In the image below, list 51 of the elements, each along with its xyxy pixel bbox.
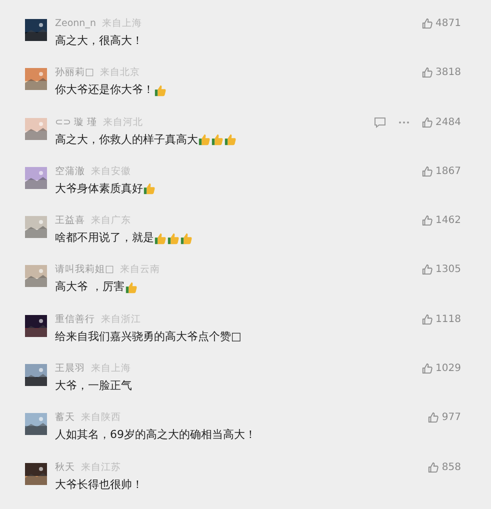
like-count: 1118 bbox=[436, 312, 461, 326]
comment-text: 啥都不用说了，就是 bbox=[55, 230, 154, 246]
like-icon[interactable] bbox=[422, 18, 433, 29]
comment-text: 高大爷 ，厉害 bbox=[55, 279, 124, 296]
reply-icon[interactable] bbox=[374, 116, 386, 128]
thumbs-up-icon bbox=[143, 182, 156, 196]
user-name[interactable]: 空蒲澈 bbox=[55, 164, 85, 178]
user-name[interactable]: 孙丽莉□ bbox=[55, 66, 94, 80]
comment-text: 高之大，很高大！ bbox=[55, 33, 143, 49]
thumbs-up-icon bbox=[198, 133, 211, 146]
thumbs-up-icon bbox=[167, 232, 180, 245]
like-icon[interactable] bbox=[428, 412, 439, 424]
like-count: 1462 bbox=[436, 214, 461, 228]
like-count: 4871 bbox=[436, 17, 461, 30]
user-name[interactable]: 秋天 bbox=[55, 460, 75, 474]
comment-text: 大爷身体素质真好 bbox=[55, 180, 143, 197]
like-icon[interactable] bbox=[422, 363, 433, 374]
user-name[interactable]: 蓄天 bbox=[55, 411, 75, 424]
user-name[interactable]: 王益喜 bbox=[55, 214, 85, 228]
like-icon[interactable] bbox=[422, 116, 433, 128]
comment-text: 大爷长得也很帅！ bbox=[55, 476, 143, 493]
like-count: 3818 bbox=[436, 66, 461, 80]
thumbs-up-icon bbox=[224, 133, 237, 146]
like-icon[interactable] bbox=[422, 314, 433, 325]
like-count: 2484 bbox=[436, 116, 461, 129]
like-count: 1029 bbox=[436, 362, 461, 376]
user-name[interactable]: 王晨羽 bbox=[55, 362, 85, 376]
comment-text: 你大爷还是你大爷！ bbox=[55, 82, 154, 98]
comment-text: 大爷，一脸正气 bbox=[55, 378, 132, 394]
comment-text: 给来自我们嘉兴骁勇的高大爷点个赞□ bbox=[55, 328, 242, 345]
like-icon[interactable] bbox=[428, 462, 439, 473]
like-icon[interactable] bbox=[422, 264, 433, 276]
thumbs-up-icon bbox=[124, 280, 138, 294]
like-count: 1867 bbox=[436, 164, 461, 178]
user-name[interactable]: Zeonn_n bbox=[55, 17, 96, 30]
thumbs-up-icon bbox=[211, 133, 224, 146]
like-count: 1305 bbox=[436, 263, 461, 276]
more-icon[interactable] bbox=[398, 120, 410, 124]
user-name[interactable]: ⊂⊃ 璇 瑾 bbox=[55, 116, 97, 129]
like-count: 858 bbox=[442, 460, 461, 474]
comment-text: 人如其名，69岁的高之大的确相当高大！ bbox=[55, 427, 256, 444]
like-icon[interactable] bbox=[422, 67, 433, 78]
user-name[interactable]: 请叫我莉姐□ bbox=[55, 263, 114, 276]
thumbs-up-icon bbox=[154, 84, 167, 97]
user-name[interactable]: 重信善行 bbox=[55, 312, 95, 326]
thumbs-up-icon bbox=[180, 232, 193, 245]
like-count: 977 bbox=[442, 411, 461, 424]
comment-text: 高之大，你救人的样子真高大 bbox=[55, 132, 198, 148]
like-icon[interactable] bbox=[422, 215, 433, 226]
like-icon[interactable] bbox=[422, 166, 433, 177]
thumbs-up-icon bbox=[154, 232, 167, 245]
